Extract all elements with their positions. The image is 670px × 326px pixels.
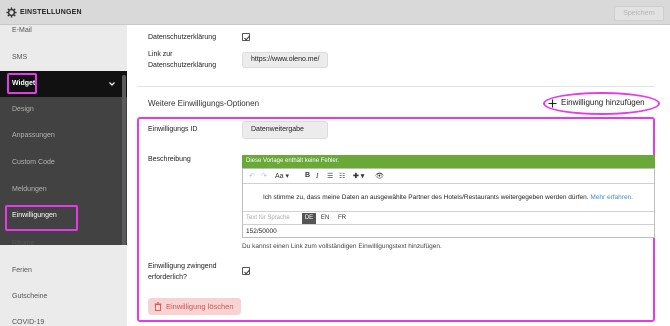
editor-content[interactable]: Ich stimme zu, dass meine Daten an ausge…: [263, 194, 633, 201]
page-title: EINSTELLUNGEN: [20, 9, 82, 16]
description-hint: Du kannst einen Link zum vollständigen E…: [242, 243, 442, 250]
top-bar: EINSTELLUNGEN Speichern: [0, 0, 670, 25]
lang-fr[interactable]: FR: [335, 213, 349, 224]
gear-icon: [6, 7, 17, 18]
consent-id-input[interactable]: Datenweitergabe: [242, 121, 328, 139]
description-label: Beschreibung: [148, 156, 191, 163]
sidebar-item-anpassungen[interactable]: Anpassungen: [12, 132, 55, 139]
sidebar-item-sms[interactable]: SMS: [12, 54, 27, 61]
privacy-link-input[interactable]: https://www.oleno.me/: [242, 52, 328, 68]
sidebar-item-raeume[interactable]: Räume: [12, 240, 35, 247]
einwilligungen-highlight: [5, 205, 78, 231]
italic-button[interactable]: I: [316, 172, 318, 180]
description-editor[interactable]: ↶ ↷ Aa ▾ B I ☰ ☷ ✚ ▾ 👁 Ich stimme zu, da…: [242, 168, 655, 238]
redo-icon[interactable]: ↷: [261, 172, 267, 180]
editor-text: Ich stimme zu, dass meine Daten an ausge…: [263, 194, 589, 201]
preview-eye-icon[interactable]: 👁: [375, 172, 384, 180]
add-consent-highlight: [543, 92, 660, 115]
font-size-dropdown[interactable]: Aa ▾: [275, 172, 289, 180]
check-icon: [244, 269, 250, 275]
numbered-list-icon[interactable]: ☷: [339, 172, 345, 180]
privacy-checkbox[interactable]: [242, 33, 250, 41]
sidebar-item-gutscheine[interactable]: Gutscheine: [12, 293, 47, 300]
required-label-line2: erforderlich?: [148, 274, 187, 281]
trash-icon: [154, 302, 162, 311]
section-title: Weitere Einwilligungs-Optionen: [148, 99, 260, 108]
divider: [137, 86, 655, 87]
delete-consent-label: Einwilligung löschen: [166, 302, 234, 311]
lang-de[interactable]: DE: [302, 213, 316, 224]
bullet-list-icon[interactable]: ☰: [327, 172, 333, 180]
insert-plus-dropdown[interactable]: ✚ ▾: [353, 172, 364, 180]
required-label-line1: Einwilligung zwingend: [148, 263, 217, 270]
sidebar-item-covid[interactable]: COVID-19: [12, 319, 44, 326]
delete-consent-button[interactable]: Einwilligung löschen: [148, 298, 241, 315]
required-checkbox[interactable]: [242, 267, 250, 275]
sidebar-item-design[interactable]: Design: [12, 106, 34, 113]
link-label-line2: Datenschutzerklärung: [148, 62, 217, 69]
language-row: Text für Sprache DE EN FR: [243, 211, 654, 225]
undo-icon[interactable]: ↶: [249, 172, 255, 180]
sidebar-item-email[interactable]: E-Mail: [12, 27, 32, 34]
privacy-label: Datenschutzerklärung: [148, 34, 217, 41]
lang-en[interactable]: EN: [318, 213, 332, 224]
save-button[interactable]: Speichern: [614, 6, 664, 21]
language-placeholder: Text für Sprache: [246, 215, 290, 221]
editor-link[interactable]: Mehr erfahren.: [590, 194, 633, 201]
consent-id-label: Einwilligungs ID: [148, 126, 198, 133]
sidebar-item-meldungen[interactable]: Meldungen: [12, 186, 47, 193]
template-status-bar: Diese Vorlage enthält keine Fehler.: [242, 155, 655, 168]
sidebar-item-ferien[interactable]: Ferien: [12, 267, 32, 274]
link-label-line1: Link zur: [148, 51, 173, 58]
widget-highlight: [7, 73, 37, 94]
font-size-label: Aa: [275, 173, 284, 180]
sidebar-item-custom-code[interactable]: Custom Code: [12, 159, 55, 166]
check-icon: [244, 35, 250, 41]
sidebar: E-Mail SMS Design Anpassungen Custom Cod…: [0, 25, 127, 326]
chevron-down-icon: [109, 82, 115, 86]
bold-button[interactable]: B: [305, 172, 310, 179]
char-count: 152/50000: [246, 228, 277, 235]
